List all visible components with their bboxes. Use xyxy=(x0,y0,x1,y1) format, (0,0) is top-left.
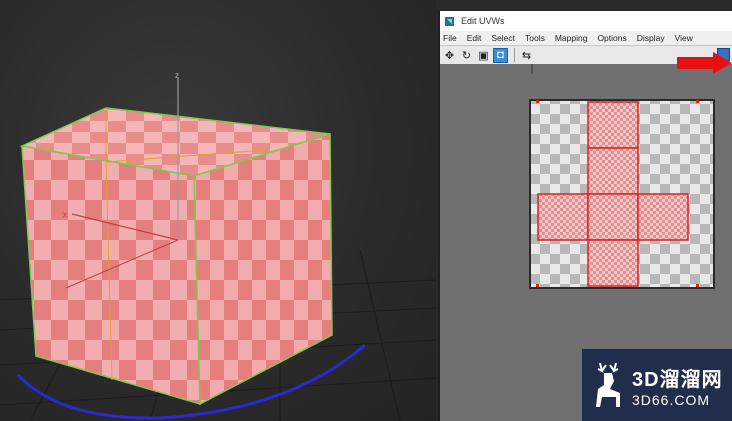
menu-mapping[interactable]: Mapping xyxy=(555,33,588,43)
uv-shell-bottom[interactable] xyxy=(587,239,639,287)
mirror-tool-icon[interactable]: ⇆ xyxy=(519,48,534,63)
axis-label-z: z xyxy=(175,71,179,80)
menu-options[interactable]: Options xyxy=(597,33,626,43)
uv-shell-left[interactable] xyxy=(537,193,589,241)
menu-select[interactable]: Select xyxy=(491,33,515,43)
viewport-scene: z x xyxy=(0,71,436,421)
watermark-logo: 3D溜溜网 3D66.COM xyxy=(582,349,732,421)
menu-bar: File Edit Select Tools Mapping Options D… xyxy=(440,31,732,46)
cube-front-face[interactable] xyxy=(21,145,201,406)
rotate-tool-icon[interactable]: ↻ xyxy=(459,48,474,63)
uv-shell-upper[interactable] xyxy=(587,147,639,195)
menu-view[interactable]: View xyxy=(675,33,693,43)
axis-label-x: x xyxy=(63,210,67,219)
watermark-title: 3D溜溜网 xyxy=(632,368,723,391)
toolbar-separator xyxy=(514,48,515,62)
scale-tool-icon[interactable]: ▣ xyxy=(476,48,491,63)
uv-shell-right[interactable] xyxy=(637,193,689,241)
menu-edit[interactable]: Edit xyxy=(467,33,482,43)
menu-display[interactable]: Display xyxy=(637,33,665,43)
deer-logo-icon xyxy=(596,362,620,407)
menu-file[interactable]: File xyxy=(443,33,457,43)
menu-tools[interactable]: Tools xyxy=(525,33,545,43)
watermark-url: 3D66.COM xyxy=(632,391,711,408)
annotation-arrow-icon xyxy=(677,52,732,74)
3dsmax-app-icon xyxy=(444,16,455,27)
window-titlebar[interactable]: Edit UVWs xyxy=(440,11,732,31)
window-title: Edit UVWs xyxy=(461,16,505,26)
uv-shell-top[interactable] xyxy=(587,101,639,149)
3d-viewport[interactable]: z x xyxy=(0,0,436,421)
move-tool-icon[interactable]: ✥ xyxy=(442,48,457,63)
uv-shell-center[interactable] xyxy=(587,193,639,241)
freeform-tool-icon[interactable]: ◘ xyxy=(493,47,508,63)
cube-side-face[interactable] xyxy=(193,132,333,406)
